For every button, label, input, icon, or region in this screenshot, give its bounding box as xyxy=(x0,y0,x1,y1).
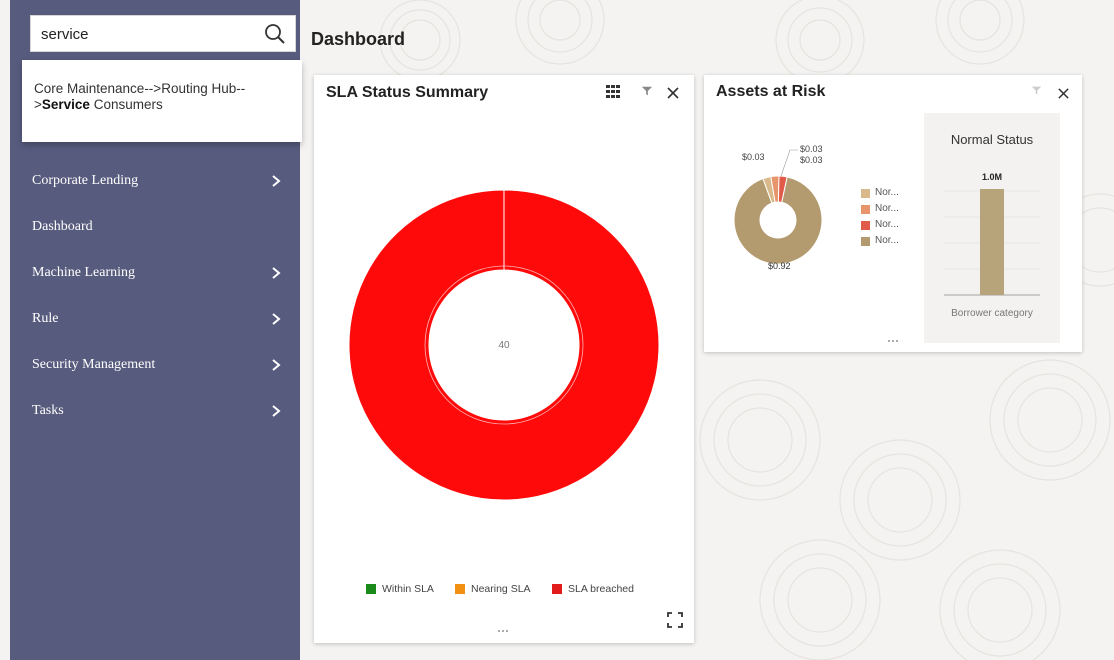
legend-label: Nor... xyxy=(875,187,899,198)
search-icon[interactable] xyxy=(263,22,287,46)
search-field[interactable] xyxy=(30,15,296,52)
label-leader-line xyxy=(780,149,798,177)
search-suggestion[interactable]: Core Maintenance-->Routing Hub-->Service… xyxy=(22,60,302,142)
search-suggestion-text[interactable]: Core Maintenance-->Routing Hub-->Service… xyxy=(34,81,292,113)
legend-swatch xyxy=(366,584,376,594)
widget-title: Assets at Risk xyxy=(716,83,826,100)
filter-icon[interactable] xyxy=(641,85,653,97)
sidebar-item-corporate-lending[interactable]: Corporate Lending xyxy=(32,160,300,206)
sidebar-nav: Corporate Lending Dashboard Machine Lear… xyxy=(32,160,300,436)
assets-slices xyxy=(733,175,823,265)
sidebar-item-security-management[interactable]: Security Management xyxy=(32,344,300,390)
legend-label: Nor... xyxy=(875,235,899,246)
drag-handle-icon[interactable] xyxy=(888,339,900,343)
assets-donut-chart: $0.03 $0.03 $0.03 $0.92 xyxy=(733,144,823,271)
legend-label: Within SLA xyxy=(382,583,434,595)
legend-swatch xyxy=(861,205,870,214)
bar-value-label: 1.0M xyxy=(982,172,1002,182)
sidebar-item-dashboard[interactable]: Dashboard xyxy=(32,206,300,252)
donut-label: $0.03 xyxy=(800,144,823,154)
donut-label: $0.03 xyxy=(742,152,765,162)
sidebar-item-rule[interactable]: Rule xyxy=(32,298,300,344)
chevron-right-icon xyxy=(272,267,281,279)
grid-icon[interactable] xyxy=(605,84,621,100)
assets-at-risk-widget: Assets at Risk $0.03 $0.03 $0.03 $0.92 N… xyxy=(704,75,1082,352)
legend-swatch xyxy=(861,221,870,230)
suggestion-highlight: Service xyxy=(41,97,90,112)
sidebar-item-label: Rule xyxy=(32,311,59,326)
widget-title: SLA Status Summary xyxy=(326,84,489,101)
sla-status-widget: SLA Status Summary 40 xyxy=(314,75,694,643)
sidebar-item-label: Tasks xyxy=(32,403,64,418)
bars xyxy=(980,189,1004,295)
close-icon[interactable] xyxy=(1057,87,1070,100)
sidebar-item-label: Corporate Lending xyxy=(32,173,139,188)
expand-icon[interactable] xyxy=(667,612,683,628)
legend-label: Nor... xyxy=(875,203,899,214)
legend-swatch xyxy=(861,189,870,198)
chevron-right-icon xyxy=(272,313,281,325)
close-icon[interactable] xyxy=(666,86,680,100)
sidebar-item-label: Dashboard xyxy=(32,219,93,234)
filter-icon[interactable] xyxy=(1031,85,1042,96)
normal-status-title: Normal Status xyxy=(950,132,1034,147)
page-title: Dashboard xyxy=(311,29,406,49)
sidebar-item-label: Security Management xyxy=(32,357,156,372)
legend-swatch xyxy=(455,584,465,594)
sidebar-item-tasks[interactable]: Tasks xyxy=(32,390,300,436)
legend-swatch xyxy=(552,584,562,594)
x-axis-label: Borrower category xyxy=(951,308,1033,319)
normal-status-bar-chart: 1.0M xyxy=(944,172,1040,296)
chevron-right-icon xyxy=(272,175,281,187)
donut-center-label: 40 xyxy=(498,340,510,351)
suggestion-suffix: Consumers xyxy=(89,97,163,112)
drag-handle-icon[interactable] xyxy=(498,629,510,633)
legend-label: SLA breached xyxy=(568,583,634,595)
donut-label: $0.03 xyxy=(800,155,823,165)
sidebar-item-label: Machine Learning xyxy=(32,265,136,280)
legend-swatch xyxy=(861,237,870,246)
sidebar-item-machine-learning[interactable]: Machine Learning xyxy=(32,252,300,298)
assets-legend: Nor... Nor... Nor... Nor... xyxy=(861,187,921,257)
bar[interactable] xyxy=(980,189,1004,295)
chevron-right-icon xyxy=(272,405,281,417)
chevron-right-icon xyxy=(272,359,281,371)
donut-label: $0.92 xyxy=(768,261,791,271)
legend-label: Nor... xyxy=(875,219,899,230)
legend-label: Nearing SLA xyxy=(471,583,531,595)
normal-status-panel: Normal Status 1.0M Borrower category xyxy=(924,113,1060,343)
search-input[interactable] xyxy=(41,22,251,46)
sla-donut-chart: 40 xyxy=(348,189,660,501)
